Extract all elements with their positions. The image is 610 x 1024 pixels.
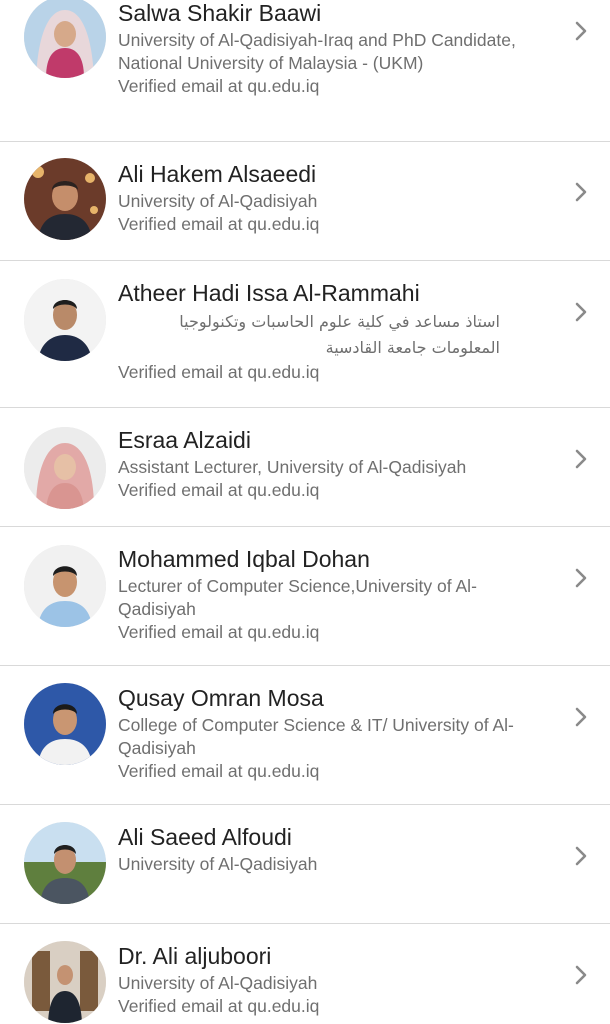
profile-email: Verified email at qu.edu.iq bbox=[118, 996, 320, 1016]
profile-name[interactable]: Dr. Ali aljuboori bbox=[118, 942, 550, 970]
profile-affiliation: College of Computer Science & IT/ Univer… bbox=[118, 715, 514, 758]
profile-email: Verified email at qu.edu.iq bbox=[118, 214, 320, 234]
profile-affiliation: University of Al-Qadisiyah-Iraq and PhD … bbox=[118, 30, 516, 73]
chevron-right-icon[interactable] bbox=[574, 706, 588, 728]
profile-list: Salwa Shakir Baawi University of Al-Qadi… bbox=[0, 0, 610, 1024]
profile-affiliation: استاذ مساعد في كلية علوم الحاسبات وتكنول… bbox=[179, 312, 500, 357]
profile-row[interactable]: Dr. Ali aljuboori University of Al-Qadis… bbox=[0, 924, 610, 1024]
profile-name[interactable]: Mohammed Iqbal Dohan bbox=[118, 545, 550, 573]
profile-avatar bbox=[24, 822, 106, 904]
profile-name[interactable]: Atheer Hadi Issa Al-Rammahi bbox=[118, 279, 550, 307]
profile-avatar bbox=[24, 279, 106, 361]
profile-affiliation: University of Al-Qadisiyah bbox=[118, 191, 318, 211]
profile-avatar bbox=[24, 427, 106, 509]
profile-affiliation: University of Al-Qadisiyah bbox=[118, 854, 318, 874]
chevron-right-icon[interactable] bbox=[574, 301, 588, 323]
chevron-right-icon[interactable] bbox=[574, 448, 588, 470]
profile-row[interactable]: Atheer Hadi Issa Al-Rammahi استاذ مساعد … bbox=[0, 261, 610, 408]
profile-row[interactable]: Ali Hakem Alsaeedi University of Al-Qadi… bbox=[0, 142, 610, 261]
profile-name[interactable]: Ali Hakem Alsaeedi bbox=[118, 160, 550, 188]
profile-avatar bbox=[24, 158, 106, 240]
profile-name[interactable]: Esraa Alzaidi bbox=[118, 426, 550, 454]
profile-email: Verified email at qu.edu.iq bbox=[118, 480, 320, 500]
profile-avatar bbox=[24, 941, 106, 1023]
chevron-right-icon[interactable] bbox=[574, 964, 588, 986]
profile-affiliation: University of Al-Qadisiyah bbox=[118, 973, 318, 993]
chevron-right-icon[interactable] bbox=[574, 181, 588, 203]
chevron-right-icon[interactable] bbox=[574, 567, 588, 589]
profile-avatar bbox=[24, 683, 106, 765]
profile-name[interactable]: Salwa Shakir Baawi bbox=[118, 0, 550, 27]
profile-row[interactable]: Salwa Shakir Baawi University of Al-Qadi… bbox=[0, 0, 610, 142]
profile-email: Verified email at qu.edu.iq bbox=[118, 362, 320, 382]
profile-email: Verified email at qu.edu.iq bbox=[118, 761, 320, 781]
profile-affiliation: Assistant Lecturer, University of Al-Qad… bbox=[118, 457, 467, 477]
profile-name[interactable]: Qusay Omran Mosa bbox=[118, 684, 550, 712]
profile-row[interactable]: Qusay Omran Mosa College of Computer Sci… bbox=[0, 666, 610, 805]
profile-avatar bbox=[24, 0, 106, 78]
profile-name[interactable]: Ali Saeed Alfoudi bbox=[118, 823, 550, 851]
chevron-right-icon[interactable] bbox=[574, 845, 588, 867]
profile-avatar bbox=[24, 545, 106, 627]
profile-affiliation: Lecturer of Computer Science,University … bbox=[118, 576, 477, 619]
profile-row[interactable]: Ali Saeed Alfoudi University of Al-Qadis… bbox=[0, 805, 610, 924]
profile-row[interactable]: Mohammed Iqbal Dohan Lecturer of Compute… bbox=[0, 527, 610, 666]
profile-email: Verified email at qu.edu.iq bbox=[118, 622, 320, 642]
chevron-right-icon[interactable] bbox=[574, 20, 588, 42]
profile-email: Verified email at qu.edu.iq bbox=[118, 76, 320, 96]
profile-row[interactable]: Esraa Alzaidi Assistant Lecturer, Univer… bbox=[0, 408, 610, 527]
